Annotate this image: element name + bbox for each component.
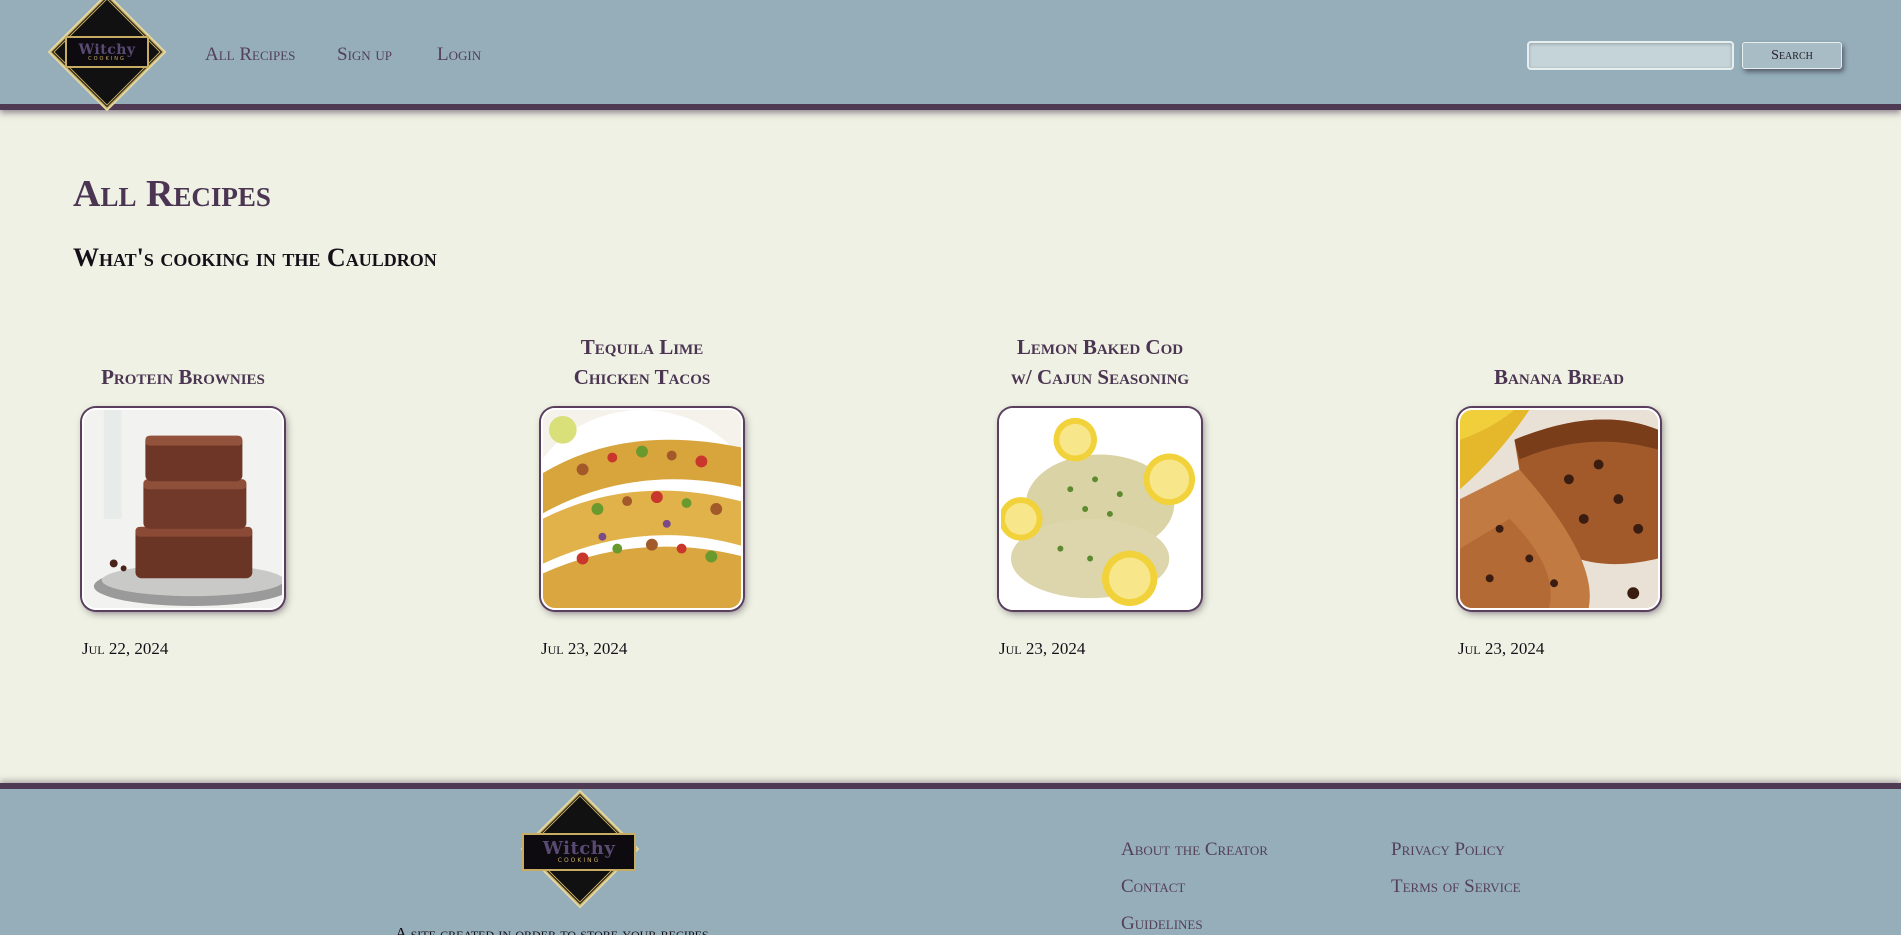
recipe-title[interactable]: Banana Bread <box>1394 332 1724 392</box>
recipe-title[interactable]: Tequila Lime Chicken Tacos <box>477 332 807 392</box>
footer-link-terms[interactable]: Terms of Service <box>1391 876 1521 898</box>
logo-sub: COOKING <box>557 857 601 864</box>
tacos-graphic <box>543 410 741 608</box>
page-title: All Recipes <box>73 173 271 215</box>
banana-bread-image[interactable] <box>1458 408 1660 610</box>
cod-image[interactable] <box>999 408 1201 610</box>
footer-link-about[interactable]: About the Creator <box>1121 839 1268 861</box>
footer-link-guidelines[interactable]: Guidelines <box>1121 913 1203 935</box>
recipe-title-line1 <box>1394 332 1724 362</box>
recipe-title-line2: Banana Bread <box>1494 365 1624 389</box>
footer-link-contact[interactable]: Contact <box>1121 876 1185 898</box>
recipe-date: Jul 22, 2024 <box>82 639 169 658</box>
cod-graphic <box>1001 410 1199 608</box>
page-subtitle: What's cooking in the Cauldron <box>73 243 437 272</box>
logo-word: Witchy <box>78 41 136 58</box>
recipe-title[interactable]: Protein Brownies <box>18 332 348 392</box>
tacos-image[interactable] <box>541 408 743 610</box>
nav-sign-up[interactable]: Sign up <box>337 44 392 66</box>
site-header: Witchy COOKING All Recipes Sign up Login… <box>0 0 1901 110</box>
footer-tagline: A site created in order to store your re… <box>395 924 709 935</box>
recipe-title-line1 <box>18 332 348 362</box>
brownie-image[interactable] <box>82 408 284 610</box>
recipe-date: Jul 23, 2024 <box>999 639 1086 658</box>
logo-sub: COOKING <box>88 55 126 62</box>
recipe-title-line2: w/ Cajun Seasoning <box>1010 365 1190 389</box>
logo-band: Witchy COOKING <box>65 36 149 68</box>
recipe-title[interactable]: Lemon Baked Cod w/ Cajun Seasoning <box>935 332 1265 392</box>
logo-band: Witchy COOKING <box>522 833 636 871</box>
header-logo[interactable]: Witchy COOKING <box>50 0 164 109</box>
recipe-title-line2: Protein Brownies <box>101 365 265 389</box>
brownie-graphic <box>84 410 282 608</box>
recipe-title-line1: Lemon Baked Cod <box>1016 335 1184 359</box>
nav-login[interactable]: Login <box>437 44 481 66</box>
logo-word: Witchy <box>542 838 616 859</box>
recipe-title-line1: Tequila Lime <box>580 335 704 359</box>
site-footer: Witchy COOKING About the Creator Contact… <box>0 783 1901 935</box>
banana-bread-graphic <box>1460 410 1658 608</box>
footer-link-privacy[interactable]: Privacy Policy <box>1391 839 1505 861</box>
search-button[interactable]: Search <box>1742 42 1842 69</box>
footer-logo[interactable]: Witchy COOKING <box>520 792 640 906</box>
recipe-title-line2: Chicken Tacos <box>573 365 711 389</box>
nav-all-recipes[interactable]: All Recipes <box>205 44 295 66</box>
recipe-date: Jul 23, 2024 <box>1458 639 1545 658</box>
search-input[interactable] <box>1527 41 1734 70</box>
recipe-date: Jul 23, 2024 <box>541 639 628 658</box>
